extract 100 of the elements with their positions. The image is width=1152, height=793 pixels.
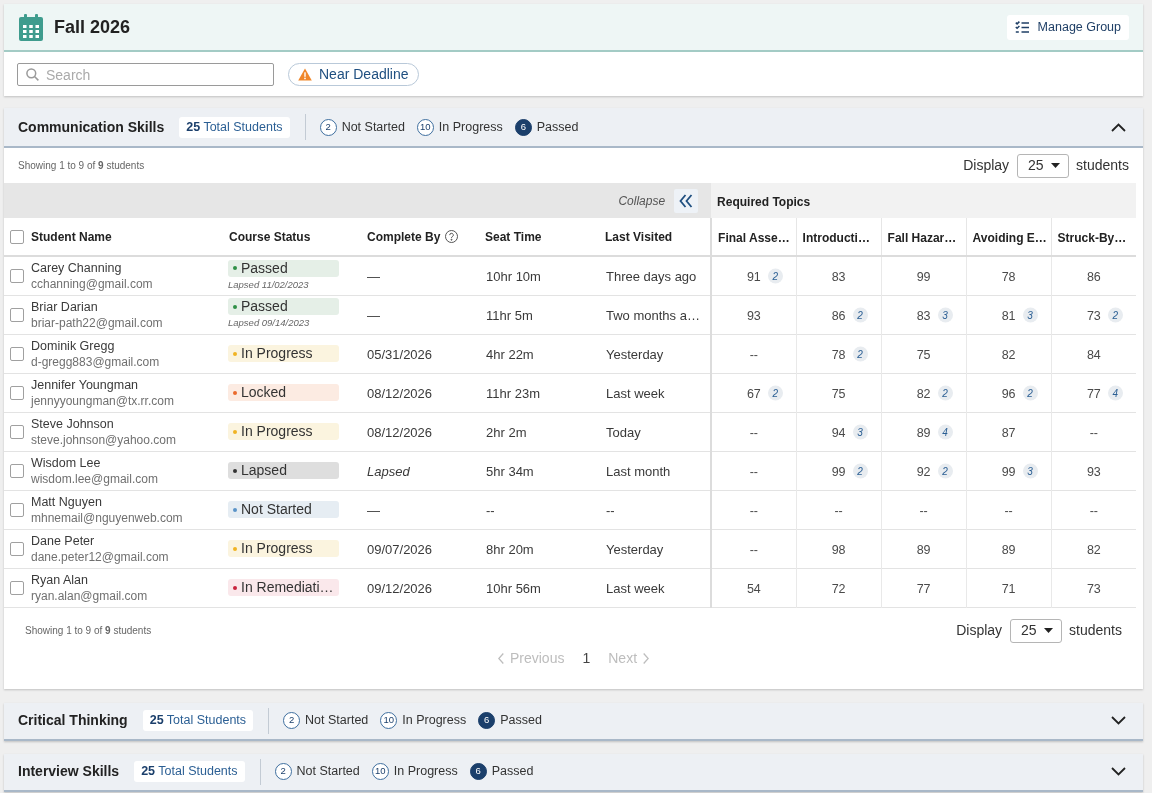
chevron-right-icon xyxy=(643,652,650,664)
student-name: Dane Peter xyxy=(31,532,95,549)
status-count-label: Passed xyxy=(536,118,579,136)
topic-score: 93 xyxy=(746,308,761,323)
checkbox[interactable] xyxy=(10,541,24,556)
attempt-count: 2 xyxy=(852,463,868,478)
complete-by-date: 08/12/2026 xyxy=(367,385,433,401)
complete-by-date: 09/12/2026 xyxy=(367,580,433,596)
topic-score: 82 xyxy=(1001,347,1016,362)
attempt-count: 3 xyxy=(1022,307,1038,322)
topic-score: 75 xyxy=(916,347,931,362)
checkbox[interactable] xyxy=(10,580,24,595)
caret-down-icon xyxy=(1051,163,1061,168)
attempt-count: 3 xyxy=(937,307,953,322)
manage-group-button[interactable]: Manage Group xyxy=(1006,14,1129,40)
status-label: In Progress xyxy=(241,344,313,363)
status-label: Locked xyxy=(241,383,287,402)
warning-icon xyxy=(298,67,312,81)
help-icon[interactable] xyxy=(445,230,459,243)
status-label: Passed xyxy=(241,258,288,278)
topic-score: 86 xyxy=(831,308,846,323)
checkbox[interactable] xyxy=(10,463,24,478)
checkbox[interactable] xyxy=(10,268,24,283)
topic-score: 73 xyxy=(1086,308,1101,323)
last-visited: Yesterday xyxy=(606,346,664,362)
student-email: d-gregg883@gmail.com xyxy=(31,353,160,370)
checkbox[interactable] xyxy=(10,424,24,439)
collapse-columns-button[interactable] xyxy=(674,188,699,213)
topic-score: 99 xyxy=(1001,464,1016,479)
topic-score: 94 xyxy=(831,425,846,440)
topic-score: -- xyxy=(749,425,758,440)
status-count: 6 xyxy=(469,763,487,780)
section-title: Communication Skills xyxy=(18,117,165,137)
seat-time: 4hr 22m xyxy=(486,346,534,362)
checkbox[interactable] xyxy=(10,229,24,244)
student-email: briar-path22@gmail.com xyxy=(31,314,163,331)
status-count-label: Passed xyxy=(491,763,534,781)
total-students-label: 25 Total Students xyxy=(134,761,245,782)
display-unit-label: students xyxy=(1076,156,1129,175)
column-header: Student Name xyxy=(31,228,112,246)
topic-score: -- xyxy=(1089,425,1098,440)
student-email: cchanning@gmail.com xyxy=(31,275,153,292)
status-count: 2 xyxy=(274,763,292,780)
topic-score: 89 xyxy=(916,542,931,557)
search-field[interactable]: Search xyxy=(17,63,274,86)
status-count-label: Not Started xyxy=(296,763,360,781)
seat-time: 11hr 23m xyxy=(486,385,540,401)
checkbox[interactable] xyxy=(10,346,24,361)
status-count-label: Not Started xyxy=(341,118,405,136)
near-deadline-filter[interactable]: Near Deadline xyxy=(288,62,419,86)
showing-count: Showing 1 to 9 of 9 students xyxy=(18,159,145,173)
student-name: Steve Johnson xyxy=(31,415,114,432)
topic-score: 96 xyxy=(1001,386,1016,401)
attempt-count: 2 xyxy=(767,385,783,400)
topic-score: -- xyxy=(749,464,758,479)
student-email: mhnemail@nguyenweb.com xyxy=(31,509,183,526)
attempt-count: 4 xyxy=(1107,385,1123,400)
topic-score: 82 xyxy=(1086,542,1101,557)
topic-score: 99 xyxy=(916,269,931,284)
last-visited: Last week xyxy=(606,580,665,596)
checkbox[interactable] xyxy=(10,307,24,322)
seat-time: 8hr 20m xyxy=(486,541,534,557)
topic-score: 72 xyxy=(831,581,846,596)
topic-score: 83 xyxy=(916,308,931,323)
checkbox[interactable] xyxy=(10,385,24,400)
last-visited: Yesterday xyxy=(606,541,664,557)
attempt-count: 3 xyxy=(852,424,868,439)
column-header: Complete By xyxy=(367,228,441,246)
status-label: In Remediati… xyxy=(241,578,334,597)
section-title: Interview Skills xyxy=(18,762,120,781)
topic-score: 78 xyxy=(831,347,846,362)
attempt-count: 2 xyxy=(937,385,953,400)
status-label: In Progress xyxy=(241,539,313,558)
seat-time: 10hr 10m xyxy=(486,268,541,284)
student-email: ryan.alan@gmail.com xyxy=(31,587,148,604)
last-visited: Last week xyxy=(606,385,665,401)
topic-score: 81 xyxy=(1001,308,1016,323)
complete-by-date: 08/12/2026 xyxy=(367,424,433,440)
status-label: Passed xyxy=(241,297,288,317)
column-header: Struck-By… xyxy=(1057,230,1127,245)
complete-by-date: 09/07/2026 xyxy=(367,541,433,557)
status-count-label: In Progress xyxy=(438,118,503,136)
topic-score: -- xyxy=(749,347,758,362)
student-email: steve.johnson@yahoo.com xyxy=(31,431,176,448)
seat-time: 5hr 34m xyxy=(486,463,534,479)
status-count-label: In Progress xyxy=(402,712,467,730)
page-number[interactable]: 1 xyxy=(582,647,591,669)
display-label: Display xyxy=(956,621,1003,640)
attempt-count: 2 xyxy=(1022,385,1038,400)
checklist-icon xyxy=(1014,21,1029,33)
page-size-select[interactable]: 25 xyxy=(1017,153,1070,178)
student-name: Wisdom Lee xyxy=(31,454,101,471)
page-title: Fall 2026 xyxy=(54,15,131,39)
checkbox[interactable] xyxy=(10,502,24,517)
page-size-select[interactable]: 25 xyxy=(1010,618,1063,643)
topic-score: 92 xyxy=(916,464,931,479)
chevron-down-icon xyxy=(1110,767,1126,776)
section-title: Critical Thinking xyxy=(18,711,128,730)
column-header: Final Asse… xyxy=(718,230,790,245)
student-name: Matt Nguyen xyxy=(31,493,102,510)
